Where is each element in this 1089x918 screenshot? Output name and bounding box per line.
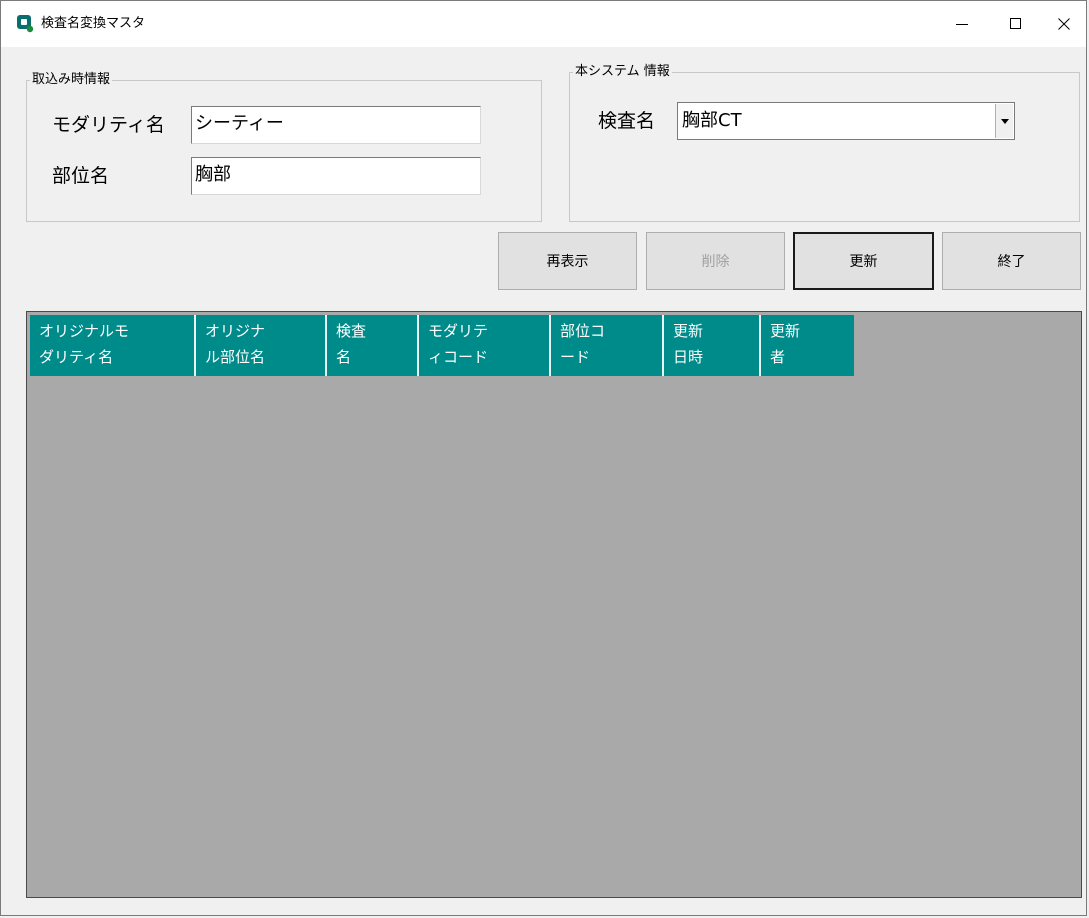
column-header-updated-by[interactable]: 更新 者 [761, 315, 854, 376]
maximize-icon [1010, 18, 1021, 29]
window-title: 検査名変換マスタ [41, 16, 146, 31]
exit-button[interactable]: 終了 [942, 232, 1081, 290]
app-logo-icon [17, 15, 35, 33]
app-window: 検査名変換マスタ 取込み時情報 モダリティ名 シーティー 部位名 胸部 本システ… [0, 0, 1087, 916]
delete-button[interactable]: 削除 [646, 232, 785, 290]
close-button[interactable] [1041, 1, 1087, 47]
title-bar[interactable]: 検査名変換マスタ [1, 1, 1086, 47]
column-header-body-part-code[interactable]: 部位コ ード [551, 315, 664, 376]
minimize-icon [956, 24, 968, 25]
modality-name-label: モダリティ名 [52, 114, 165, 136]
data-grid[interactable]: オリジナルモ ダリティ名 オリジナ ル部位名 検査 名 モダリテ ィコード 部位… [26, 311, 1082, 898]
update-button[interactable]: 更新 [793, 232, 934, 290]
column-header-original-body-part[interactable]: オリジナ ル部位名 [196, 315, 327, 376]
import-info-group-title: 取込み時情報 [30, 71, 113, 89]
body-part-field[interactable]: 胸部 [191, 157, 481, 195]
import-info-group: 取込み時情報 [26, 71, 542, 222]
exam-name-label: 検査名 [598, 110, 656, 132]
modality-name-field[interactable]: シーティー [191, 106, 481, 144]
column-header-modality-code[interactable]: モダリテ ィコード [419, 315, 551, 376]
column-header-exam-name[interactable]: 検査 名 [327, 315, 419, 376]
system-info-group-title: 本システム 情報 [573, 63, 672, 81]
refresh-button[interactable]: 再表示 [498, 232, 637, 290]
close-icon [1058, 18, 1070, 30]
system-info-group: 本システム 情報 [569, 63, 1080, 222]
column-header-updated-at[interactable]: 更新 日時 [664, 315, 761, 376]
body-part-label: 部位名 [52, 165, 110, 187]
exam-name-value: 胸部CT [682, 110, 742, 131]
minimize-button[interactable] [939, 1, 985, 47]
exam-name-select[interactable]: 胸部CT [677, 102, 1015, 140]
column-header-original-modality[interactable]: オリジナルモ ダリティ名 [30, 315, 196, 376]
grid-header-row: オリジナルモ ダリティ名 オリジナ ル部位名 検査 名 モダリテ ィコード 部位… [30, 315, 854, 376]
dropdown-arrow-icon[interactable] [995, 104, 1013, 138]
maximize-button[interactable] [993, 1, 1039, 47]
